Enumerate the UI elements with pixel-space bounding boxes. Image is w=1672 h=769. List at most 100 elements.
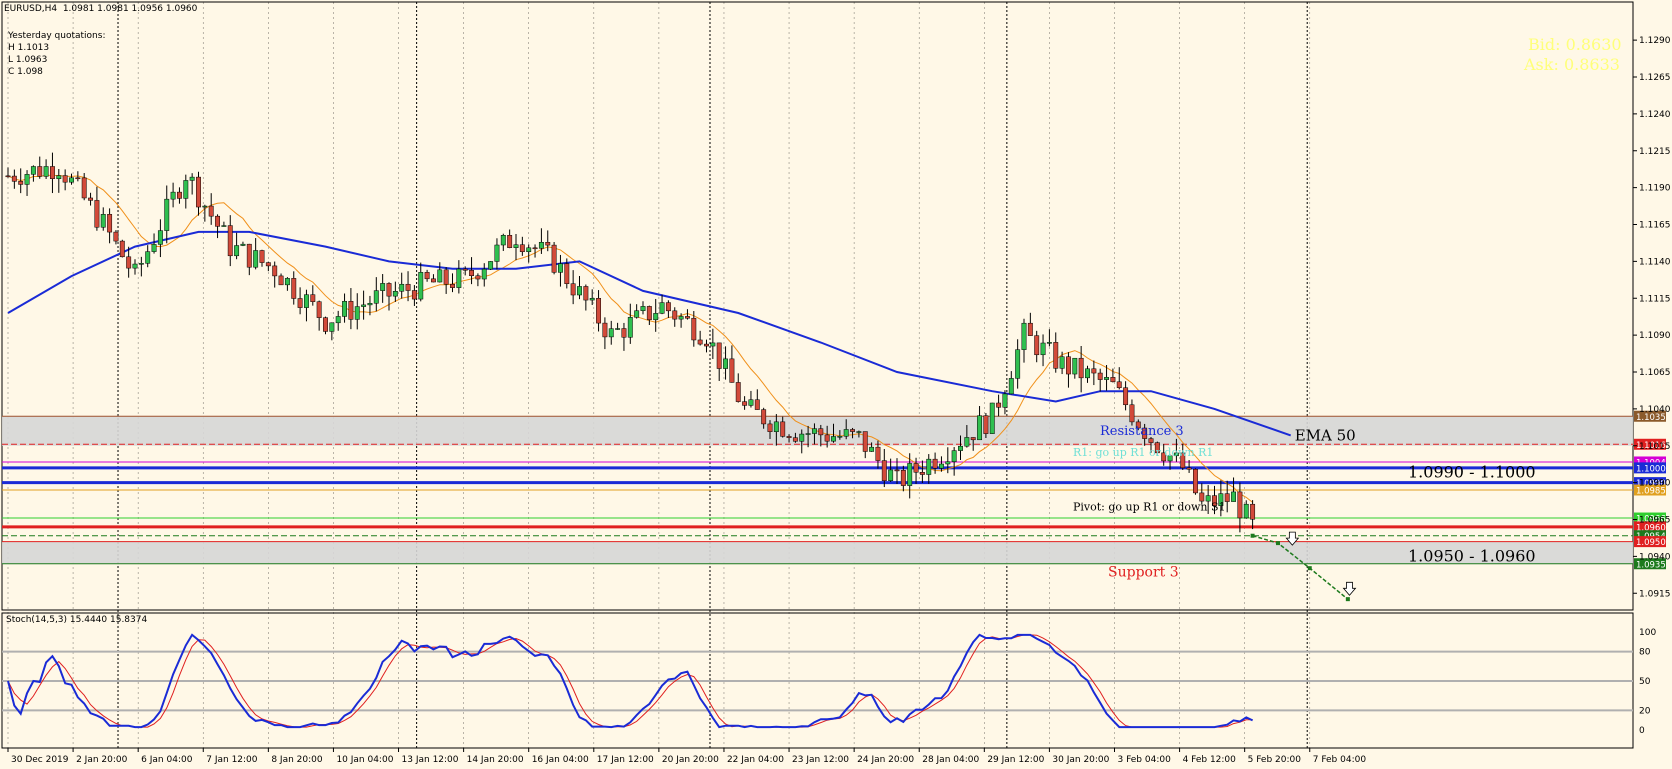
projection-point (1345, 597, 1350, 602)
bull-candle (1008, 378, 1014, 395)
y-tick-label: 1.1065 (1639, 368, 1671, 378)
bear-candle (316, 301, 322, 318)
bull-candle (202, 205, 208, 208)
bull-candle (869, 446, 875, 452)
bear-candle (583, 286, 589, 301)
bear-candle (545, 242, 551, 246)
bull-candle (989, 402, 995, 434)
bear-candle (113, 231, 119, 242)
bull-candle (831, 436, 836, 442)
pivot-label: Pivot: go up R1 or down S1 (1073, 501, 1226, 514)
stoch-tick-label: 80 (1639, 648, 1651, 658)
projection-point (1250, 533, 1255, 538)
bull-candle (500, 235, 506, 246)
bull-candle (513, 244, 519, 248)
bear-candle (1078, 357, 1084, 379)
bull-candle (659, 302, 665, 314)
bull-candle (888, 469, 894, 481)
bull-candle (189, 176, 195, 181)
y-tick-label: 1.0940 (1639, 552, 1671, 562)
bear-candle (1097, 372, 1103, 380)
bull-candle (723, 358, 728, 369)
support-zone-label: 1.0950 - 1.0960 (1408, 546, 1536, 565)
stoch-tick-label: 50 (1639, 677, 1651, 687)
bear-candle (881, 460, 887, 481)
bull-candle (304, 294, 309, 308)
bear-candle (862, 431, 868, 452)
bear-candle (1116, 381, 1122, 388)
bull-candle (354, 306, 360, 320)
resistance-zone-label: 1.0990 - 1.1000 (1408, 462, 1536, 481)
ema-label: EMA 50 (1295, 426, 1356, 444)
bear-candle (278, 275, 284, 286)
bull-candle (951, 450, 957, 462)
x-tick-label: 30 Jan 20:00 (1052, 755, 1109, 765)
bull-candle (1040, 342, 1046, 356)
bear-candle (932, 458, 938, 469)
bull-candle (157, 230, 163, 245)
bull-candle (608, 328, 614, 338)
bull-candle (151, 244, 157, 252)
bear-candle (551, 244, 557, 273)
bull-candle (361, 304, 367, 307)
bear-candle (310, 294, 316, 302)
bull-candle (1015, 349, 1021, 379)
bull-candle (538, 242, 544, 249)
bear-candle (786, 436, 792, 438)
bear-candle (1224, 493, 1230, 502)
y-tick-label: 1.1265 (1639, 73, 1671, 83)
bull-candle (812, 428, 817, 434)
y-tick-label: 1.1215 (1639, 147, 1671, 157)
bull-candle (380, 283, 386, 291)
bull-candle (170, 191, 176, 200)
bull-candle (367, 303, 373, 306)
bull-candle (710, 342, 716, 347)
bull-candle (1021, 322, 1027, 350)
bear-candle (621, 328, 627, 338)
down-arrow-icon (1342, 581, 1357, 596)
bear-candle (37, 166, 43, 177)
yesterday-low: L 1.0963 (8, 55, 48, 65)
bear-candle (119, 240, 125, 258)
bear-candle (729, 358, 735, 383)
bear-candle (11, 175, 17, 182)
bull-candle (488, 261, 494, 270)
bull-candle (837, 436, 843, 438)
bear-candle (1148, 438, 1154, 443)
x-tick-label: 6 Jan 04:00 (141, 755, 193, 765)
bull-candle (615, 328, 621, 330)
x-tick-label: 17 Jan 12:00 (597, 755, 654, 765)
bull-candle (183, 180, 189, 199)
bull-candle (1072, 357, 1078, 375)
bear-candle (602, 322, 608, 338)
bear-candle (1066, 356, 1071, 375)
bear-candle (894, 469, 900, 472)
bear-candle (475, 275, 481, 280)
bear-candle (18, 181, 24, 185)
bear-candle (50, 166, 55, 179)
bear-candle (761, 409, 767, 425)
bear-candle (88, 197, 93, 201)
y-tick-label: 1.1040 (1639, 405, 1671, 415)
bull-candle (653, 313, 659, 321)
bear-candle (227, 225, 233, 257)
bull-candle (958, 445, 963, 451)
bull-candle (640, 306, 646, 311)
stoch-tick-label: 20 (1639, 706, 1651, 716)
x-tick-label: 5 Feb 20:00 (1248, 755, 1302, 765)
bull-candle (856, 431, 862, 433)
bull-candle (56, 175, 62, 179)
x-tick-label: 8 Jan 20:00 (271, 755, 323, 765)
bull-candle (138, 263, 144, 265)
stoch-tick-label: 100 (1639, 628, 1656, 638)
bull-candle (945, 461, 951, 465)
bull-candle (799, 433, 805, 442)
bear-candle (850, 429, 855, 432)
bear-candle (1250, 503, 1256, 520)
bear-candle (246, 243, 252, 268)
bull-candle (284, 278, 290, 286)
y-tick-label: 1.0915 (1639, 589, 1671, 599)
bear-candle (735, 382, 741, 402)
bear-candle (1129, 404, 1135, 423)
x-tick-label: 30 Dec 2019 (11, 755, 69, 765)
